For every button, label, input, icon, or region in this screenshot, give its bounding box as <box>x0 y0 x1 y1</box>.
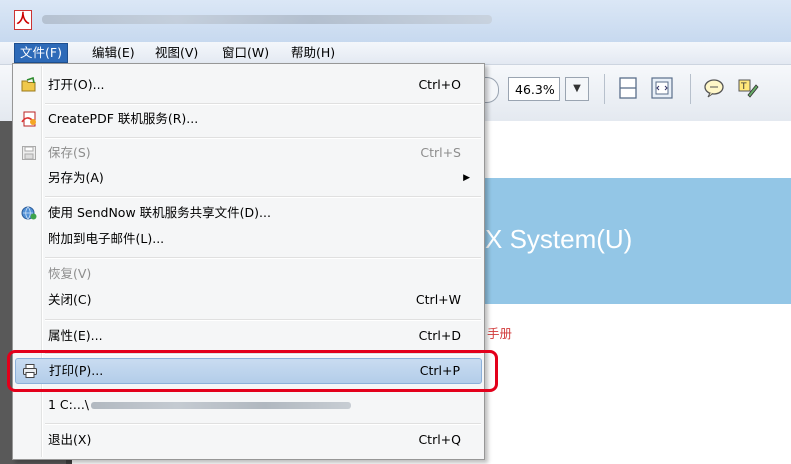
submenu-arrow-icon: ▶ <box>463 173 470 183</box>
menu-item-label: 打开(O)... <box>48 77 105 92</box>
menu-item-label: 恢复(V) <box>48 266 92 281</box>
print-highlight-frame <box>7 350 498 392</box>
menu-item-label: 使用 SendNow 联机服务共享文件(D)... <box>48 205 271 220</box>
menu-item-label: 属性(E)... <box>48 328 103 343</box>
menu-item-label: 保存(S) <box>48 145 91 160</box>
banner-title: X System(U) <box>485 224 633 254</box>
createpdf-icon <box>21 111 37 127</box>
menu-item-sendnow[interactable]: 使用 SendNow 联机服务共享文件(D)... <box>15 201 482 225</box>
menu-window[interactable]: 窗口(W) <box>217 44 274 62</box>
menu-item-save[interactable]: 保存(S) Ctrl+S <box>15 141 482 165</box>
menu-item-shortcut: Ctrl+Q <box>418 432 461 447</box>
menu-item-label: CreatePDF 联机服务(R)... <box>48 111 199 126</box>
menu-item-shortcut: Ctrl+D <box>418 328 461 343</box>
comment-icon[interactable] <box>700 74 728 102</box>
sendnow-icon <box>21 205 37 221</box>
menu-separator <box>45 137 481 139</box>
menu-separator <box>45 423 481 425</box>
menu-item-save-as[interactable]: 另存为(A) ▶ <box>15 166 482 190</box>
window-title-blurred <box>42 15 492 24</box>
save-icon <box>21 145 37 161</box>
menu-item-label: 附加到电子邮件(L)... <box>48 231 165 246</box>
svg-text:T: T <box>740 82 747 92</box>
menu-separator <box>45 319 481 321</box>
zoom-dropdown-button[interactable]: ▼ <box>565 77 589 101</box>
menu-view[interactable]: 视图(V) <box>150 44 203 62</box>
menu-separator <box>45 196 481 198</box>
menu-item-revert[interactable]: 恢复(V) <box>15 262 482 286</box>
menu-item-label: 1 C:...\ <box>48 397 89 412</box>
title-bar: 人 <box>0 0 791 42</box>
menu-item-label: 关闭(C) <box>48 292 92 307</box>
menu-item-attach-email[interactable]: 附加到电子邮件(L)... <box>15 227 482 251</box>
open-folder-icon <box>21 76 37 93</box>
menu-item-exit[interactable]: 退出(X) Ctrl+Q <box>15 428 482 452</box>
menu-item-close[interactable]: 关闭(C) Ctrl+W <box>15 288 482 312</box>
menu-item-createpdf[interactable]: CreatePDF 联机服务(R)... <box>15 107 482 131</box>
document-subtitle: 手册 <box>487 326 513 341</box>
menu-item-open[interactable]: 打开(O)... Ctrl+O <box>15 73 482 97</box>
menu-separator <box>45 257 481 259</box>
recent-file-path-blurred <box>91 402 351 409</box>
menu-bar: 文件(F) 编辑(E) 视图(V) 窗口(W) 帮助(H) <box>0 42 791 65</box>
menu-item-properties[interactable]: 属性(E)... Ctrl+D <box>15 324 482 348</box>
zoom-input[interactable]: 46.3% <box>508 77 560 101</box>
menu-item-shortcut: Ctrl+O <box>418 77 461 92</box>
menu-file[interactable]: 文件(F) <box>14 43 68 63</box>
menu-item-label: 另存为(A) <box>48 170 104 185</box>
menu-separator <box>45 103 481 105</box>
menu-edit[interactable]: 编辑(E) <box>87 44 140 62</box>
toolbar-separator <box>690 74 691 104</box>
toolbar-separator <box>604 74 605 104</box>
pdf-icon[interactable]: 人 <box>14 10 32 30</box>
menu-help[interactable]: 帮助(H) <box>286 44 340 62</box>
fit-page-icon[interactable] <box>614 74 642 102</box>
file-menu: 打开(O)... Ctrl+O CreatePDF 联机服务(R)... 保存(… <box>12 63 485 460</box>
menu-item-shortcut: Ctrl+S <box>420 145 461 160</box>
menu-item-shortcut: Ctrl+W <box>415 292 461 307</box>
menu-item-recent-file[interactable]: 1 C:...\ <box>15 393 482 417</box>
highlight-icon[interactable]: T <box>734 74 762 102</box>
fit-width-icon[interactable] <box>648 74 676 102</box>
menu-item-label: 退出(X) <box>48 432 92 447</box>
